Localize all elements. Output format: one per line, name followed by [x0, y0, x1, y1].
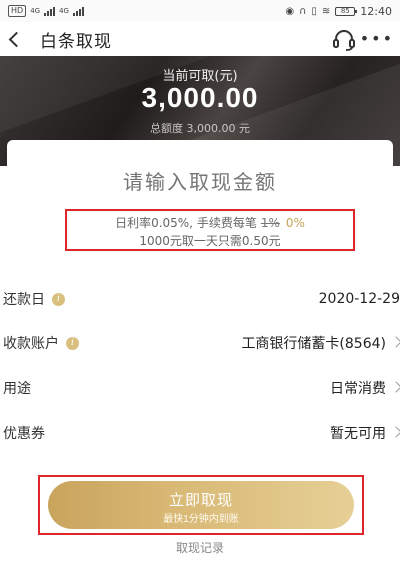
status-time: 12:40: [360, 4, 392, 18]
status-bar: HD 4G 4G ◉ ∩ ▯ ≋ 85 12:40: [0, 0, 400, 22]
withdraw-button-label: 立即取现: [168, 492, 233, 509]
purpose-value: 日常消费: [330, 381, 386, 397]
network-type-2: 4G: [59, 7, 69, 15]
account-value: 工商银行储蓄卡(8564): [241, 336, 386, 352]
available-amount: 3,000.00: [141, 82, 259, 113]
coupon-label: 优惠券: [3, 426, 45, 442]
total-credit: 总额度 3,000.00 元: [150, 122, 250, 135]
page-title: 白条取现: [40, 31, 112, 52]
withdraw-records-link[interactable]: 取现记录: [0, 539, 400, 556]
network-type-1: 4G: [30, 7, 41, 15]
coupon-value: 暂无可用: [330, 426, 386, 442]
purpose-label: 用途: [3, 381, 31, 397]
nav-bar: 白条取现 •••: [0, 22, 400, 56]
customer-service-icon[interactable]: [332, 29, 356, 51]
more-menu-icon[interactable]: •••: [360, 31, 394, 47]
chevron-right-icon: [390, 336, 400, 348]
battery-icon: 85: [335, 6, 358, 16]
rate-info-highlight: 日利率0.05%, 手续费每笔 1% 0% 1000元取一天只需0.50元: [65, 209, 355, 251]
account-label: 收款账户: [3, 336, 59, 352]
account-row[interactable]: 收款账户 i 工商银行储蓄卡(8564): [0, 321, 400, 365]
back-button[interactable]: [0, 22, 26, 56]
chevron-right-icon: [390, 426, 400, 438]
repayment-date-row: 还款日 i 2020-12-29: [0, 277, 400, 321]
coupon-row[interactable]: 优惠券 暂无可用: [0, 411, 400, 455]
repayment-date-value: 2020-12-29: [318, 291, 400, 307]
info-icon[interactable]: i: [52, 292, 65, 306]
hd-indicator: HD: [8, 5, 27, 17]
rate-line: 日利率0.05%, 手续费每笔 1% 0%: [67, 214, 353, 231]
chevron-right-icon: [390, 381, 400, 393]
rate-text: 日利率0.05%, 手续费每笔: [115, 216, 257, 230]
withdraw-button-sublabel: 最快1分钟内到账: [163, 514, 239, 525]
vibrate-icon: ▯: [311, 5, 317, 17]
purpose-row[interactable]: 用途 日常消费: [0, 366, 400, 410]
headphone-icon: ∩: [299, 5, 307, 17]
signal-icon-2: [72, 6, 84, 16]
wifi-icon: ≋: [321, 5, 331, 17]
signal-icon: [44, 6, 56, 16]
current-fee: 0%: [285, 216, 305, 230]
amount-input[interactable]: [7, 170, 393, 194]
eye-icon: ◉: [285, 5, 295, 17]
back-arrow-icon: [8, 31, 24, 47]
repayment-date-label: 还款日: [3, 292, 45, 308]
rate-example: 1000元取一天只需0.50元: [139, 234, 281, 248]
original-fee: 1%: [260, 216, 280, 230]
info-icon[interactable]: i: [66, 336, 79, 350]
withdraw-button[interactable]: 立即取现 最快1分钟内到账: [48, 481, 354, 529]
